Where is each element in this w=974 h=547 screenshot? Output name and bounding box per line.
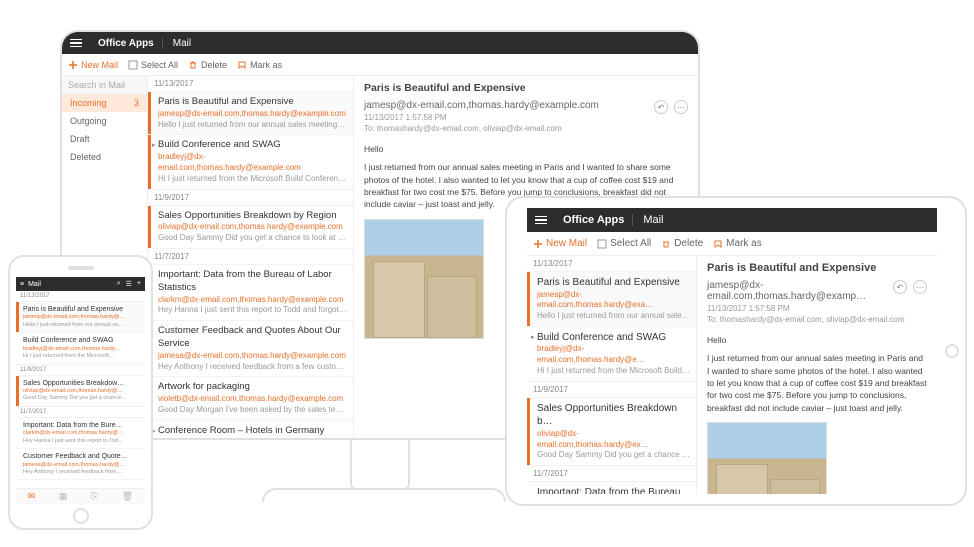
- date-header: 11/9/2017: [16, 365, 145, 376]
- message-item[interactable]: Paris is Beautiful and Expensivejamesp@d…: [527, 272, 696, 327]
- phone-device: ≡ Mail ⌕ ☰ + 11/13/2017Paris is Beautifu…: [8, 255, 153, 530]
- message-item[interactable]: Customer Feedback and Quotes About Our S…: [148, 321, 353, 377]
- attachment-photo[interactable]: [364, 219, 484, 339]
- monitor-stand: [350, 440, 410, 490]
- toolbar: New Mail Select All Delete Mark as: [62, 54, 698, 76]
- message-item[interactable]: Sales Opportunities Breakdown b…oliviap@…: [527, 398, 696, 466]
- reader-recipients: To: thomashardy@dx-email.com, oliviap@dx…: [364, 124, 688, 133]
- hamburger-icon[interactable]: [62, 39, 90, 48]
- select-all-button[interactable]: Select All: [597, 238, 651, 249]
- tablet-message-list[interactable]: 11/13/2017Paris is Beautiful and Expensi…: [527, 256, 697, 494]
- phone-home-button[interactable]: [73, 508, 89, 524]
- message-item[interactable]: Build Conference and SWAGbradleyj@dx-ema…: [16, 333, 145, 364]
- new-mail-button[interactable]: New Mail: [533, 238, 587, 249]
- date-header: 11/9/2017: [527, 382, 696, 398]
- date-header: 11/13/2017: [527, 256, 696, 272]
- date-header: 11/7/2017: [527, 466, 696, 482]
- delete-button[interactable]: Delete: [661, 238, 703, 249]
- message-item[interactable]: Paris is Beautiful and Expensivejamesp@d…: [148, 92, 353, 135]
- new-mail-button[interactable]: New Mail: [68, 60, 118, 70]
- mail-tab-icon[interactable]: ✉: [28, 491, 36, 502]
- reader-actions: ↶ ⋯: [654, 100, 688, 114]
- select-icon[interactable]: ☰: [126, 280, 132, 288]
- tablet-reading-pane: Paris is Beautiful and Expensive ↶⋯ jame…: [697, 256, 937, 494]
- folder-draft[interactable]: Draft: [62, 130, 147, 148]
- attachment-photo[interactable]: [707, 422, 827, 494]
- tablet-home-button[interactable]: [945, 344, 959, 358]
- more-icon[interactable]: ⋯: [913, 280, 927, 294]
- date-header: 11/13/2017: [16, 291, 145, 302]
- date-header: 11/7/2017: [16, 407, 145, 418]
- phone-message-list[interactable]: 11/13/2017Paris is Beautiful and Expensi…: [16, 291, 145, 480]
- message-item[interactable]: Paris is Beautiful and Expensivejamesp@d…: [16, 302, 145, 333]
- message-list[interactable]: 11/13/2017Paris is Beautiful and Expensi…: [148, 76, 354, 438]
- message-item[interactable]: ▸Conference Room – Hotels in Germanyedwa…: [148, 421, 353, 438]
- more-icon[interactable]: ⋯: [674, 100, 688, 114]
- app-brand: Office Apps: [90, 38, 162, 49]
- tablet-toolbar: New Mail Select All Delete Mark as: [527, 232, 937, 256]
- reader-subject: Paris is Beautiful and Expensive: [364, 82, 688, 94]
- mark-as-button[interactable]: Mark as: [713, 238, 762, 249]
- trash-tab-icon[interactable]: 🗑: [122, 491, 133, 502]
- message-item[interactable]: Sales Opportunities Breakdow…oliviap@dx-…: [16, 376, 145, 407]
- hamburger-icon[interactable]: ≡: [20, 281, 24, 288]
- tablet-app-bar: Office Apps Mail: [527, 208, 937, 232]
- message-item[interactable]: Important: Data from the Bure…clarkm@dx-…: [16, 418, 145, 449]
- reader-to: jamesp@dx-email.com,thomas.hardy@example…: [364, 100, 688, 111]
- folder-deleted[interactable]: Deleted: [62, 148, 147, 166]
- app-section[interactable]: Mail: [162, 38, 201, 49]
- files-tab-icon[interactable]: ⎘: [91, 491, 98, 502]
- message-item[interactable]: ▸Build Conference and SWAGbradleyj@dx-em…: [527, 327, 696, 382]
- reply-icon[interactable]: ↶: [893, 280, 907, 294]
- phone-app-bar: ≡ Mail ⌕ ☰ +: [16, 277, 145, 291]
- app-bar: Office Apps Mail: [62, 32, 698, 54]
- message-item[interactable]: Sales Opportunities Breakdown by Regiono…: [148, 206, 353, 249]
- select-all-button[interactable]: Select All: [128, 60, 178, 70]
- search-input[interactable]: Search in Mail: [62, 76, 147, 94]
- mark-as-button[interactable]: Mark as: [237, 60, 282, 70]
- reader-timestamp: 11/13/2017 1:57:58 PM: [364, 113, 688, 122]
- message-item[interactable]: Customer Feedback and Quote…jamesa@dx-em…: [16, 449, 145, 480]
- search-icon[interactable]: ⌕: [117, 280, 121, 288]
- folder-outgoing[interactable]: Outgoing: [62, 112, 147, 130]
- reply-icon[interactable]: ↶: [654, 100, 668, 114]
- date-header: 11/13/2017: [148, 76, 353, 92]
- message-item[interactable]: Important: Data from the Bureau …clarkm@…: [527, 482, 696, 494]
- hamburger-icon[interactable]: [527, 216, 555, 225]
- tablet-device: Office Apps Mail New Mail Select All Del…: [505, 196, 967, 506]
- date-header: 11/9/2017: [148, 190, 353, 206]
- phone-tabbar: ✉ ▦ ⎘ 🗑: [16, 488, 145, 504]
- calendar-tab-icon[interactable]: ▦: [59, 491, 68, 502]
- date-header: 11/7/2017: [148, 249, 353, 265]
- message-item[interactable]: ▸Build Conference and SWAGbradleyj@dx-em…: [148, 135, 353, 189]
- message-item[interactable]: Artwork for packagingvioletb@dx-email.co…: [148, 377, 353, 420]
- folder-incoming[interactable]: Incoming3: [62, 94, 147, 112]
- delete-button[interactable]: Delete: [188, 60, 227, 70]
- compose-icon[interactable]: +: [137, 280, 141, 288]
- message-item[interactable]: Important: Data from the Bureau of Labor…: [148, 265, 353, 321]
